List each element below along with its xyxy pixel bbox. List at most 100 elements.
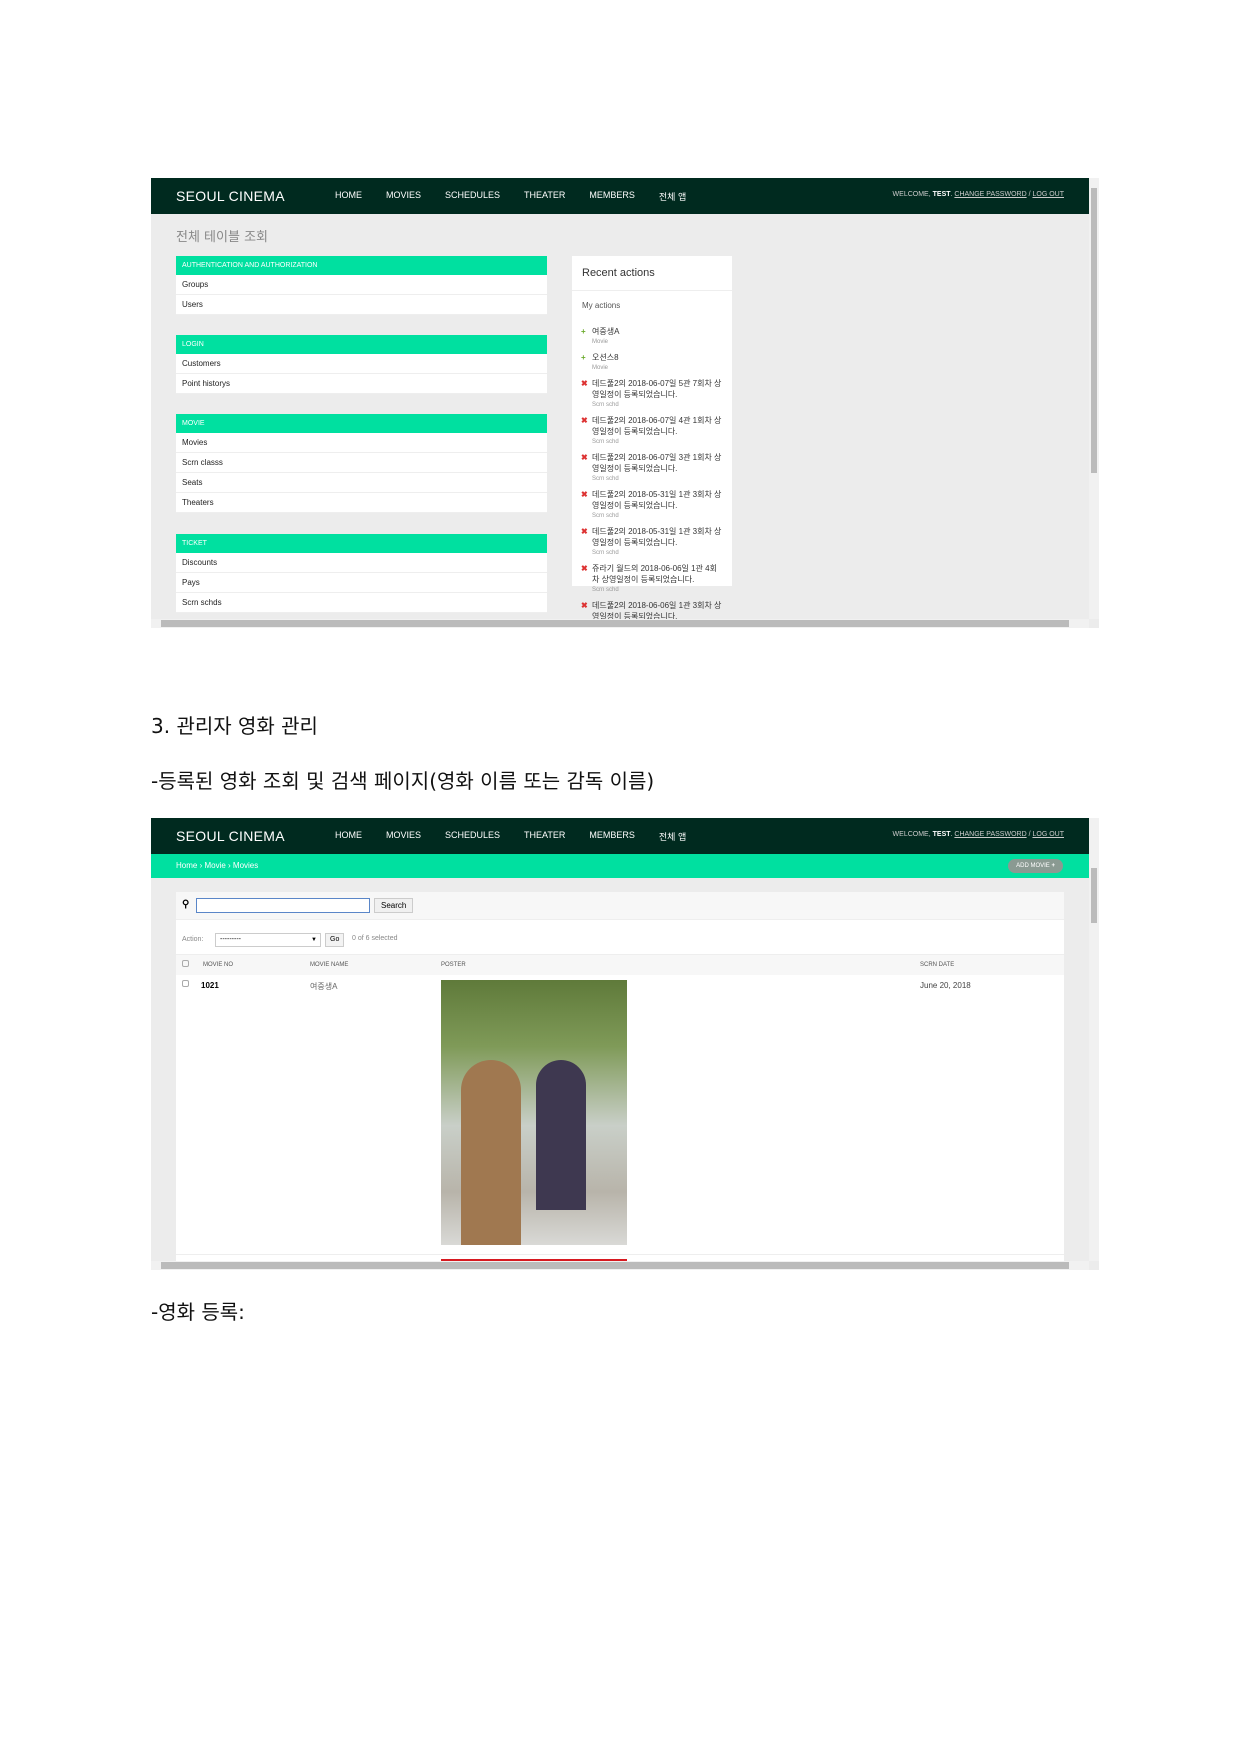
col-movie-name[interactable]: MOVIE NAME bbox=[310, 962, 348, 968]
recent-action-text: 데드풀2의 2018-06-07일 5관 7회차 상영일정이 등록되었습니다. bbox=[592, 379, 722, 399]
add-movie-button[interactable]: ADD MOVIE + bbox=[1008, 859, 1063, 873]
module-item[interactable]: Customers bbox=[176, 354, 547, 374]
horizontal-scrollbar[interactable] bbox=[151, 619, 1089, 628]
module-item[interactable]: Discounts bbox=[176, 553, 547, 573]
movie-no-link[interactable]: 1021 bbox=[201, 981, 219, 990]
nav-all-apps[interactable]: 전체 앱 bbox=[659, 190, 686, 203]
vertical-scrollbar[interactable] bbox=[1089, 178, 1099, 619]
nav-members[interactable]: MEMBERS bbox=[589, 830, 635, 843]
recent-action-item[interactable]: ✖ 데드풀2의 2018-06-07일 5관 7회차 상영일정이 등록되었습니다.… bbox=[572, 378, 732, 411]
module-item[interactable]: Groups bbox=[176, 275, 547, 295]
nav-home[interactable]: HOME bbox=[335, 190, 362, 203]
delete-icon: ✖ bbox=[581, 527, 588, 536]
recent-action-text: 쥬라기 월드의 2018-06-06일 1관 4회차 상영일정이 등록되었습니다… bbox=[592, 564, 717, 584]
change-password-link[interactable]: CHANGE PASSWORD bbox=[954, 191, 1026, 198]
table-row: 1021 여중생A June 20, 2018 bbox=[176, 975, 1064, 1255]
delete-icon: ✖ bbox=[581, 601, 588, 610]
module-header[interactable]: MOVIE bbox=[176, 414, 547, 433]
col-movie-no[interactable]: MOVIE NO bbox=[203, 962, 233, 968]
recent-action-item[interactable]: ✖ 데드풀2의 2018-06-07일 3관 1회차 상영일정이 등록되었습니다.… bbox=[572, 452, 732, 485]
main-nav: HOME MOVIES SCHEDULES THEATER MEMBERS 전체… bbox=[335, 830, 686, 843]
module-item[interactable]: Seats bbox=[176, 473, 547, 493]
add-icon: + bbox=[581, 327, 586, 336]
horizontal-scrollbar[interactable] bbox=[151, 1261, 1089, 1270]
select-all-checkbox[interactable] bbox=[182, 960, 189, 967]
nav-theater[interactable]: THEATER bbox=[524, 190, 565, 203]
recent-action-text: 데드풀2의 2018-06-06일 1관 3회차 상영일정이 등록되었습니다. bbox=[592, 601, 722, 621]
module-header[interactable]: LOGIN bbox=[176, 335, 547, 354]
recent-action-item[interactable]: ✖ 쥬라기 월드의 2018-06-06일 1관 4회차 상영일정이 등록되었습니… bbox=[572, 563, 732, 596]
action-select[interactable]: --------- ▼ bbox=[215, 933, 321, 947]
delete-icon: ✖ bbox=[581, 490, 588, 499]
dropdown-arrow-icon: ▼ bbox=[311, 937, 317, 943]
search-input[interactable] bbox=[196, 898, 370, 913]
row-checkbox[interactable] bbox=[182, 980, 189, 987]
recent-action-text: 데드풀2의 2018-06-07일 4관 1회차 상영일정이 등록되었습니다. bbox=[592, 416, 722, 436]
module-item[interactable]: Movies bbox=[176, 433, 547, 453]
module-ticket: TICKET Discounts Pays Scrn schds bbox=[176, 534, 547, 613]
search-button[interactable]: Search bbox=[374, 898, 414, 913]
recent-actions-title: Recent actions bbox=[572, 256, 732, 291]
user-tools: WELCOME, TEST. CHANGE PASSWORD / LOG OUT bbox=[892, 831, 1064, 838]
module-item[interactable]: Point historys bbox=[176, 374, 547, 394]
brand[interactable]: SEOUL CINEMA bbox=[176, 828, 285, 844]
col-scrn-date[interactable]: SCRN DATE bbox=[920, 962, 954, 968]
search-bar: ⚲ Search bbox=[176, 892, 1064, 920]
module-item[interactable]: Pays bbox=[176, 573, 547, 593]
nav-schedules[interactable]: SCHEDULES bbox=[445, 190, 500, 203]
nav-theater[interactable]: THEATER bbox=[524, 830, 565, 843]
welcome-text: WELCOME, bbox=[892, 191, 931, 198]
recent-action-text: 데드풀2의 2018-06-07일 3관 1회차 상영일정이 등록되었습니다. bbox=[592, 453, 722, 473]
search-icon: ⚲ bbox=[182, 899, 190, 910]
movie-poster-image bbox=[441, 980, 627, 1245]
section-subheading: -등록된 영화 조회 및 검색 페이지(영화 이름 또는 감독 이름) bbox=[151, 769, 655, 793]
changelist-panel: ⚲ Search Action: --------- ▼ Go 0 of 6 se… bbox=[176, 892, 1064, 1270]
recent-action-type: Scrn schd bbox=[592, 513, 619, 519]
footer-heading: -영화 등록: bbox=[151, 1300, 245, 1324]
breadcrumb-bar: Home › Movie › Movies ADD MOVIE + bbox=[151, 854, 1089, 878]
module-authentication: AUTHENTICATION AND AUTHORIZATION Groups Us… bbox=[176, 256, 547, 315]
nav-home[interactable]: HOME bbox=[335, 830, 362, 843]
recent-action-type: Scrn schd bbox=[592, 550, 619, 556]
recent-action-item[interactable]: ✖ 데드풀2의 2018-05-31일 1관 3회차 상영일정이 등록되었습니다.… bbox=[572, 526, 732, 559]
logout-link[interactable]: LOG OUT bbox=[1032, 831, 1064, 838]
table-header: MOVIE NO MOVIE NAME POSTER SCRN DATE bbox=[176, 955, 1064, 975]
module-item[interactable]: Scrn schds bbox=[176, 593, 547, 613]
nav-members[interactable]: MEMBERS bbox=[589, 190, 635, 203]
plus-icon: + bbox=[1051, 863, 1055, 869]
recent-action-item[interactable]: + 여중생A Movie bbox=[572, 326, 732, 348]
my-actions-label: My actions bbox=[582, 301, 621, 310]
module-header[interactable]: TICKET bbox=[176, 534, 547, 553]
recent-actions-panel: Recent actions My actions + 여중생A Movie + 오션스… bbox=[572, 256, 732, 628]
recent-action-text: 데드풀2의 2018-05-31일 1관 3회차 상영일정이 등록되었습니다. bbox=[592, 490, 722, 510]
nav-schedules[interactable]: SCHEDULES bbox=[445, 830, 500, 843]
nav-movies[interactable]: MOVIES bbox=[386, 830, 421, 843]
module-item[interactable]: Users bbox=[176, 295, 547, 315]
col-poster[interactable]: POSTER bbox=[441, 962, 466, 968]
username: TEST bbox=[932, 191, 951, 198]
movies-screenshot: SEOUL CINEMA HOME MOVIES SCHEDULES THEAT… bbox=[151, 818, 1099, 1270]
recent-action-item[interactable]: ✖ 데드풀2의 2018-05-31일 1관 3회차 상영일정이 등록되었습니다.… bbox=[572, 489, 732, 522]
delete-icon: ✖ bbox=[581, 379, 588, 388]
add-icon: + bbox=[581, 353, 586, 362]
delete-icon: ✖ bbox=[581, 416, 588, 425]
change-password-link[interactable]: CHANGE PASSWORD bbox=[954, 831, 1026, 838]
breadcrumb[interactable]: Home › Movie › Movies bbox=[176, 861, 258, 870]
action-value: --------- bbox=[220, 936, 241, 943]
add-movie-label: ADD MOVIE bbox=[1016, 863, 1050, 869]
module-item[interactable]: Scrn classs bbox=[176, 453, 547, 473]
vertical-scrollbar[interactable] bbox=[1089, 818, 1099, 1261]
recent-action-type: Scrn schd bbox=[592, 476, 619, 482]
recent-action-item[interactable]: ✖ 데드풀2의 2018-06-07일 4관 1회차 상영일정이 등록되었습니다.… bbox=[572, 415, 732, 448]
separator: / bbox=[1028, 191, 1031, 198]
page-title: 전체 테이블 조회 bbox=[176, 230, 268, 245]
brand[interactable]: SEOUL CINEMA bbox=[176, 188, 285, 204]
go-button[interactable]: Go bbox=[325, 933, 345, 947]
nav-movies[interactable]: MOVIES bbox=[386, 190, 421, 203]
nav-all-apps[interactable]: 전체 앱 bbox=[659, 830, 686, 843]
module-item[interactable]: Theaters bbox=[176, 493, 547, 513]
module-header[interactable]: AUTHENTICATION AND AUTHORIZATION bbox=[176, 256, 547, 275]
logout-link[interactable]: LOG OUT bbox=[1032, 191, 1064, 198]
welcome-text: WELCOME, bbox=[892, 831, 931, 838]
recent-action-item[interactable]: + 오션스8 Movie bbox=[572, 352, 732, 374]
